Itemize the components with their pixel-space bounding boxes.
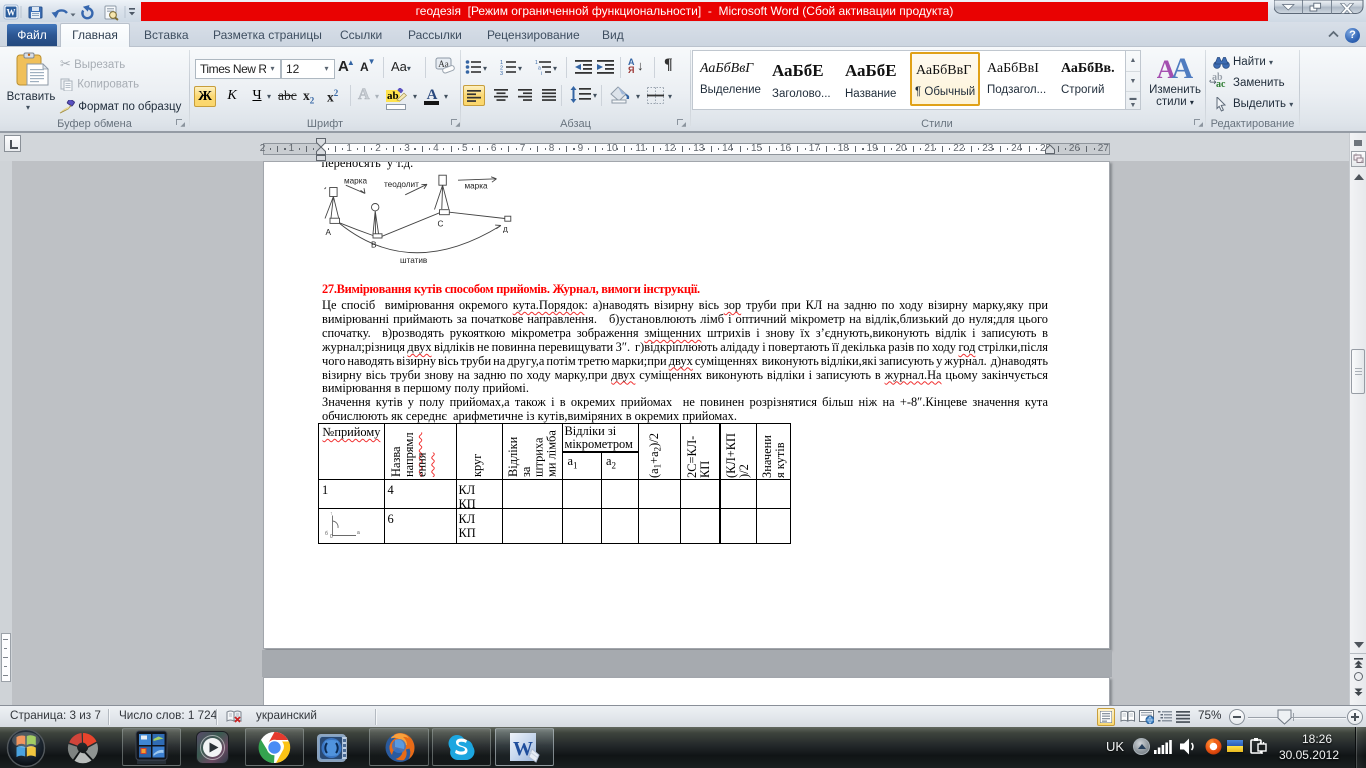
svg-text:i: i	[541, 71, 542, 75]
svg-text:A: A	[326, 228, 332, 237]
svg-text:штатив: штатив	[400, 256, 427, 265]
svg-text:W: W	[513, 738, 533, 760]
svg-text:а: а	[357, 530, 360, 536]
svg-text:3: 3	[500, 71, 503, 75]
svg-text:C: C	[438, 220, 444, 229]
svg-text:B: B	[371, 241, 377, 250]
svg-text:W: W	[7, 8, 16, 18]
svg-text:↑: ↑	[330, 511, 333, 517]
svg-text:теодолит: теодолит	[384, 180, 419, 189]
svg-text:марка: марка	[465, 182, 488, 191]
svg-text:марка: марка	[344, 177, 367, 186]
svg-text:д: д	[503, 225, 508, 234]
svg-text:б: б	[325, 531, 328, 537]
svg-text:0: 0	[330, 534, 333, 540]
